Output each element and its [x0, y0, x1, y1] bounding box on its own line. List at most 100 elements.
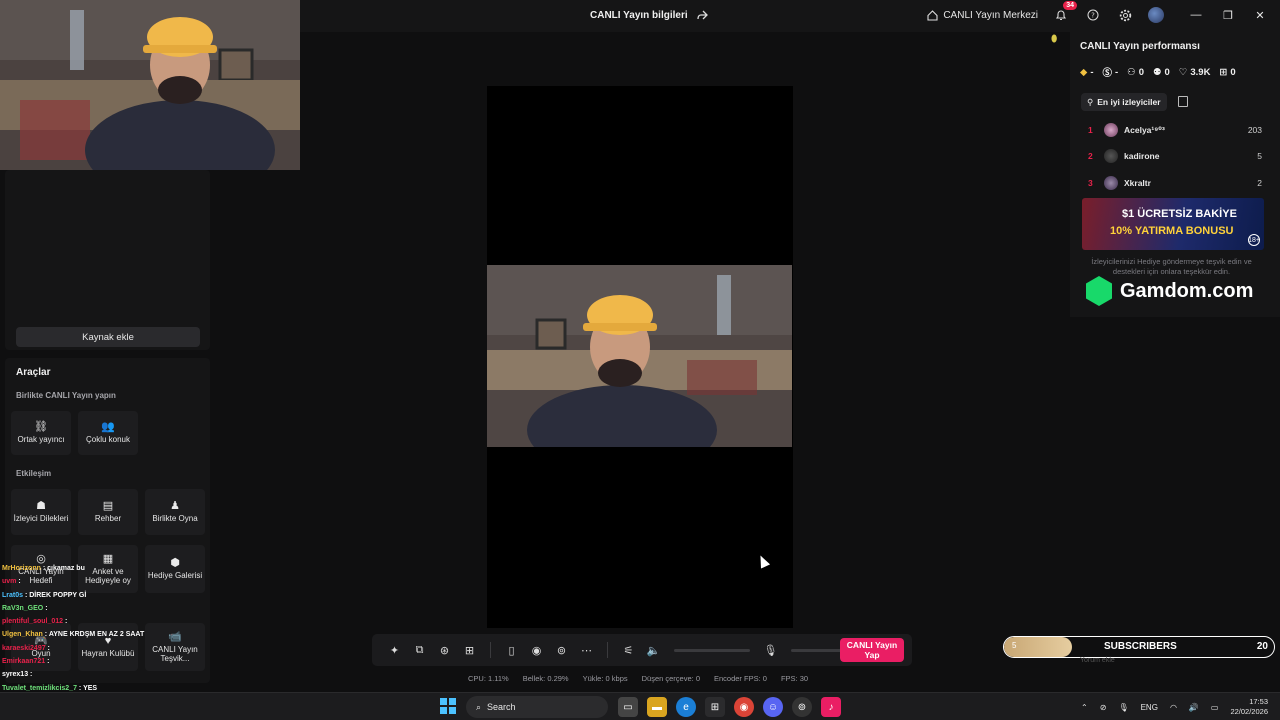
sources-panel — [5, 170, 210, 350]
chevron-up-icon[interactable]: ⌃ — [1081, 703, 1088, 712]
chat-username[interactable]: syrex13 — [2, 671, 28, 678]
notification-badge: 34 — [1063, 1, 1077, 10]
gift-icon: ⊞ — [1219, 66, 1228, 78]
stream-camera-source[interactable] — [487, 265, 792, 447]
effects-icon[interactable]: ⧉ — [407, 640, 432, 660]
minimize-button[interactable]: — — [1190, 9, 1202, 22]
performance-title: CANLI Yayın performansı — [1080, 41, 1200, 52]
chat-username[interactable]: karaeski2497 — [2, 645, 46, 652]
list-item[interactable]: 2 kadirone 5 — [1084, 147, 1262, 165]
volume-tray-icon[interactable]: 🔊 — [1189, 703, 1199, 712]
more-icon[interactable]: ⋯ — [574, 640, 599, 660]
avatar — [1104, 123, 1118, 137]
svg-text:?: ? — [1091, 12, 1095, 20]
bell-icon — [1055, 10, 1067, 21]
cpu-stat: CPU: 1.11% — [468, 674, 509, 683]
list-item[interactable]: 1 Acelya¹⁹⁰³ 203 — [1084, 121, 1262, 139]
location-pin-icon[interactable]: ⬮ — [1051, 34, 1057, 45]
encoder-fps-stat: Encoder FPS: 0 — [714, 674, 767, 683]
windows-start-icon[interactable] — [440, 698, 456, 714]
list-icon[interactable] — [1178, 96, 1188, 107]
tool-viewer-requests[interactable]: ☗ İzleyici Dilekleri — [11, 489, 71, 535]
chat-text: AYNE KRDŞM EN AZ 2 SAAT — [48, 631, 145, 639]
maximize-button[interactable]: ❐ — [1222, 9, 1234, 22]
chat-text: YES — [83, 684, 98, 692]
tool-label: Ortak yayıncı — [17, 435, 65, 445]
microphone-icon[interactable]: 🎙 — [758, 640, 783, 660]
webcam-preview — [0, 0, 300, 170]
magic-wand-icon[interactable]: ✦ — [382, 640, 407, 660]
chrome-icon[interactable]: ◉ — [734, 697, 754, 717]
viewer-name: Acelya¹⁹⁰³ — [1124, 124, 1165, 135]
chat-message: plentiful_soul_012 : — [2, 615, 197, 628]
chat-username[interactable]: MrHorizonn — [2, 565, 41, 572]
chat-username[interactable]: plentiful_soul_012 — [2, 618, 63, 625]
add-source-button[interactable]: Kaynak ekle — [16, 327, 200, 347]
chat-message: karaeski2497 : — [2, 642, 197, 655]
chat-username[interactable]: Emirkaan721 — [2, 658, 45, 665]
live-center-link[interactable]: CANLI Yayın Merkezi — [927, 10, 1038, 21]
ai-icon[interactable]: ⊛ — [432, 640, 457, 660]
stream-info-title[interactable]: CANLI Yayın bilgileri — [590, 9, 708, 21]
chat-message: Emirkaan721 : — [2, 655, 197, 668]
microphone-tray-icon[interactable]: 🎙 — [1118, 703, 1128, 712]
share-icon[interactable] — [696, 9, 708, 21]
chat-username[interactable]: RaV3n_GEO — [2, 605, 43, 612]
record-icon[interactable]: ◉ — [524, 640, 549, 660]
network-off-icon[interactable]: ⊘ — [1100, 703, 1107, 712]
list-item[interactable]: 3 Xkraltr 2 — [1084, 174, 1262, 192]
system-tray: ⌃ ⊘ 🎙 ENG ◠ 🔊 ▭ 17:53 22/02/2026 — [1081, 697, 1268, 717]
go-live-button[interactable]: CANLI Yayın Yap — [840, 638, 904, 662]
tiktok-live-icon[interactable]: ♪ — [821, 697, 841, 717]
edge-icon[interactable]: e — [676, 697, 696, 717]
tool-multi-guest[interactable]: 👥 Çoklu konuk — [78, 411, 138, 455]
gamdom-logo-icon — [1086, 276, 1112, 306]
discord-icon[interactable]: ☺ — [763, 697, 783, 717]
task-view-icon[interactable]: ▭ — [618, 697, 638, 717]
help-button[interactable]: ? — [1084, 6, 1102, 24]
chat-text: DİREK POPPY Gİ — [29, 591, 87, 599]
tab-top-viewers[interactable]: ⚲ En iyi izleyiciler — [1081, 93, 1167, 111]
chat-username[interactable]: uvm — [2, 578, 16, 585]
promo-subline: 10% YATIRMA BONUSU — [1110, 225, 1234, 237]
webcam-image — [0, 0, 300, 170]
tool-guide[interactable]: ▤ Rehber — [78, 489, 138, 535]
wifi-icon[interactable]: ◠ — [1170, 703, 1177, 712]
language-indicator[interactable]: ENG — [1141, 703, 1158, 712]
chat-username[interactable]: Tuvalet_temizlikcis2_7 — [2, 685, 77, 692]
store-icon[interactable]: ⊞ — [705, 697, 725, 717]
chat-overlay: MrHorizonn : çıkamaz bu uvm : Lrat0s : Dİ… — [2, 562, 197, 695]
notifications-button[interactable]: 34 — [1052, 1, 1077, 24]
promo-banner[interactable]: $1 ÜCRETSİZ BAKİYE 10% YATIRMA BONUSU 18… — [1082, 198, 1264, 250]
tools-title: Araçlar — [16, 367, 51, 378]
capture-icon[interactable]: ⊚ — [549, 640, 574, 660]
settings-button[interactable] — [1116, 6, 1134, 24]
phone-icon[interactable]: ▯ — [499, 640, 524, 660]
metric-value: 3.9K — [1190, 66, 1211, 78]
together-section-label: Birlikte CANLI Yayın yapın — [16, 391, 116, 400]
chat-separator: : — [28, 671, 33, 679]
chat-username[interactable]: Lrat0s — [2, 592, 23, 599]
promo-description: İzleyicilerinizi Hediye göndermeye teşvi… — [1091, 257, 1252, 276]
metric-value: 0 — [1164, 66, 1170, 78]
chat-message: MrHorizonn : çıkamaz bu — [2, 562, 197, 575]
gamdom-logo[interactable]: Gamdom.com — [1086, 276, 1253, 306]
file-explorer-icon[interactable]: ▬ — [647, 697, 667, 717]
taskbar-search[interactable]: ⌕ Search — [466, 696, 608, 718]
age-badge: 18+ — [1248, 234, 1260, 246]
chat-username[interactable]: Ulgen_Khan — [2, 631, 43, 638]
tool-play-together[interactable]: ♟ Birlikte Oyna — [145, 489, 205, 535]
layout-icon[interactable]: ⊞ — [457, 640, 482, 660]
close-button[interactable]: ✕ — [1254, 9, 1266, 22]
volume-slider[interactable] — [674, 648, 750, 652]
tool-co-host[interactable]: ⛓ Ortak yayıncı — [11, 411, 71, 455]
obs-icon[interactable]: ⊚ — [792, 697, 812, 717]
clock[interactable]: 17:53 22/02/2026 — [1230, 697, 1268, 717]
comment-input[interactable]: Yorum ekle — [1074, 654, 1270, 670]
battery-icon[interactable]: ▭ — [1211, 703, 1219, 712]
volume-icon[interactable]: 🔈 — [641, 640, 666, 660]
settings-sliders-icon[interactable]: ⚟ — [616, 640, 641, 660]
tab-label: En iyi izleyiciler — [1097, 97, 1161, 107]
avatar[interactable] — [1148, 7, 1164, 23]
performance-metrics: ◆ - Ⓢ - ⚇ 0 ⚉ 0 ♡ 3.9K ⊞ 0 — [1080, 65, 1236, 80]
